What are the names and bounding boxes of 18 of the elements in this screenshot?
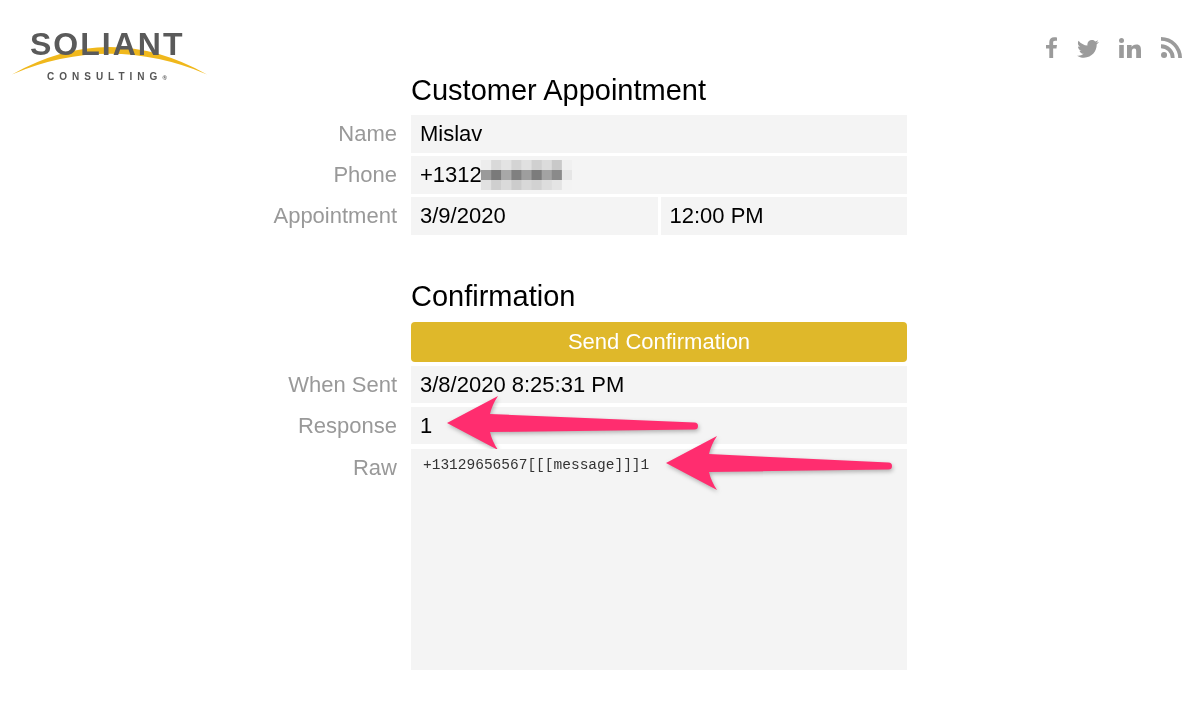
section-heading: Confirmation — [411, 279, 576, 313]
text-field[interactable]: 3/8/2020 8:25:31 PM — [411, 366, 907, 403]
field-label: Response — [296, 412, 397, 440]
field-label: Name — [337, 120, 397, 148]
text-field[interactable]: Mislav — [411, 115, 907, 153]
logo-wordmark: SOLIANT — [30, 28, 185, 60]
text-field[interactable]: +1312 — [411, 156, 907, 194]
facebook-icon[interactable] — [1046, 37, 1057, 58]
text-field[interactable]: 12:00 PM — [660, 197, 907, 235]
field-label: Raw — [352, 454, 397, 482]
text-field[interactable]: 3/9/2020 — [411, 197, 658, 235]
rss-feed-icon[interactable] — [1161, 37, 1182, 58]
field-label: Appointment — [272, 202, 397, 230]
section-heading: Customer Appointment — [411, 73, 706, 107]
field-label: Phone — [332, 161, 397, 189]
bird-icon[interactable] — [1077, 40, 1099, 58]
field-label: When Sent — [287, 371, 397, 399]
linkedin-icon[interactable] — [1119, 38, 1141, 58]
